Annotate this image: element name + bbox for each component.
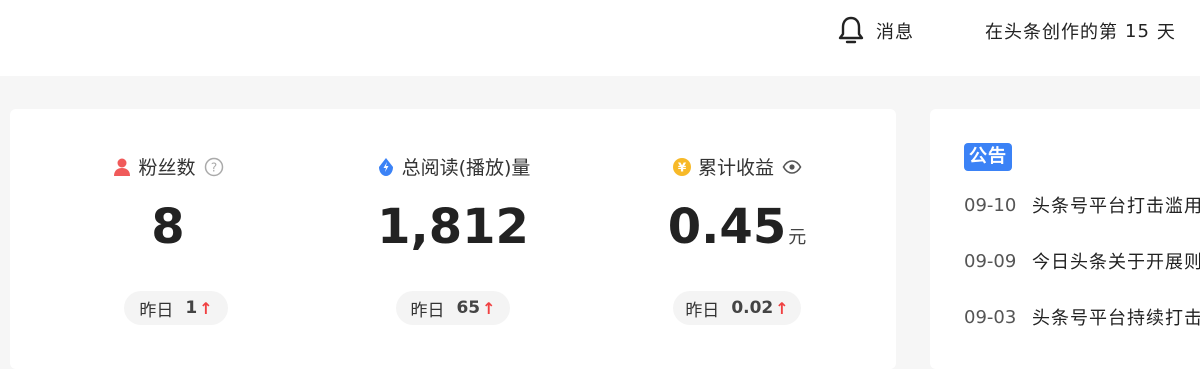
creation-days-suffix: 天: [1156, 22, 1176, 43]
top-bar: 消息 在头条创作的第 15 天: [0, 0, 1200, 76]
announcement-text: 头条号平台持续打击: [1032, 308, 1200, 329]
creation-days-count: 15: [1125, 20, 1150, 42]
help-icon[interactable]: ?: [204, 157, 224, 177]
announcement-date: 09-09: [964, 250, 1017, 272]
yesterday-label: 昨日: [685, 300, 720, 321]
svg-text:¥: ¥: [678, 160, 687, 174]
stat-value: 8: [18, 199, 318, 255]
yesterday-pill: 昨日 1 ↑: [124, 291, 228, 325]
notifications-label: 消息: [876, 22, 914, 43]
read-drop-icon: [378, 157, 393, 176]
stat-value-number: 8: [151, 199, 185, 255]
stat-value-number: 1,812: [377, 199, 529, 255]
arrow-up-icon: ↑: [199, 298, 213, 318]
stat-value-unit: 元: [788, 227, 807, 248]
stat-title-label: 总阅读(播放)量: [401, 157, 531, 179]
bell-icon: [838, 16, 864, 44]
creation-days: 在头条创作的第 15 天: [985, 14, 1176, 48]
announcement-date: 09-03: [964, 306, 1017, 328]
eye-icon[interactable]: [782, 157, 802, 177]
user-icon: [114, 158, 131, 176]
stat-value: 1,812: [303, 199, 603, 255]
creation-days-prefix: 在头条创作的第: [985, 22, 1118, 43]
announcement-text: 头条号平台打击滥用: [1032, 196, 1200, 217]
yesterday-value: 0.02: [731, 298, 774, 318]
yesterday-label: 昨日: [139, 300, 174, 321]
stat-title: 总阅读(播放)量: [303, 153, 603, 180]
notifications-button[interactable]: 消息: [836, 14, 914, 48]
svg-text:?: ?: [210, 160, 216, 174]
arrow-up-icon: ↑: [482, 298, 496, 318]
yesterday-value: 65: [456, 298, 481, 318]
stat-title: 粉丝数 ?: [18, 153, 318, 180]
announcement-item[interactable]: 09-09 今日头条关于开展则: [964, 248, 1200, 274]
announcements-card: 公告 09-10 头条号平台打击滥用 09-09 今日头条关于开展则 09-03…: [930, 109, 1200, 369]
stat-title: ¥ 累计收益: [587, 153, 887, 180]
yesterday-value: 1: [185, 298, 198, 318]
stats-card: 粉丝数 ? 8 昨日 1 ↑ 总阅读(播放)量 1,812 昨日 65 ↑ ¥ …: [10, 109, 896, 369]
yuan-coin-icon: ¥: [672, 157, 691, 176]
yesterday-label: 昨日: [410, 300, 445, 321]
yesterday-pill: 昨日 65 ↑: [396, 291, 510, 325]
stat-title-label: 粉丝数: [138, 157, 196, 179]
announcements-tag: 公告: [964, 143, 1012, 171]
announcement-text: 今日头条关于开展则: [1032, 252, 1200, 273]
stat-value-number: 0.45: [667, 199, 787, 255]
yesterday-pill: 昨日 0.02 ↑: [673, 291, 801, 325]
stat-title-label: 累计收益: [697, 157, 774, 179]
announcement-item[interactable]: 09-10 头条号平台打击滥用: [964, 192, 1200, 218]
arrow-up-icon: ↑: [775, 298, 789, 318]
stat-value: 0.45 元: [587, 199, 887, 255]
announcement-item[interactable]: 09-03 头条号平台持续打击: [964, 304, 1200, 330]
announcement-date: 09-10: [964, 194, 1017, 216]
